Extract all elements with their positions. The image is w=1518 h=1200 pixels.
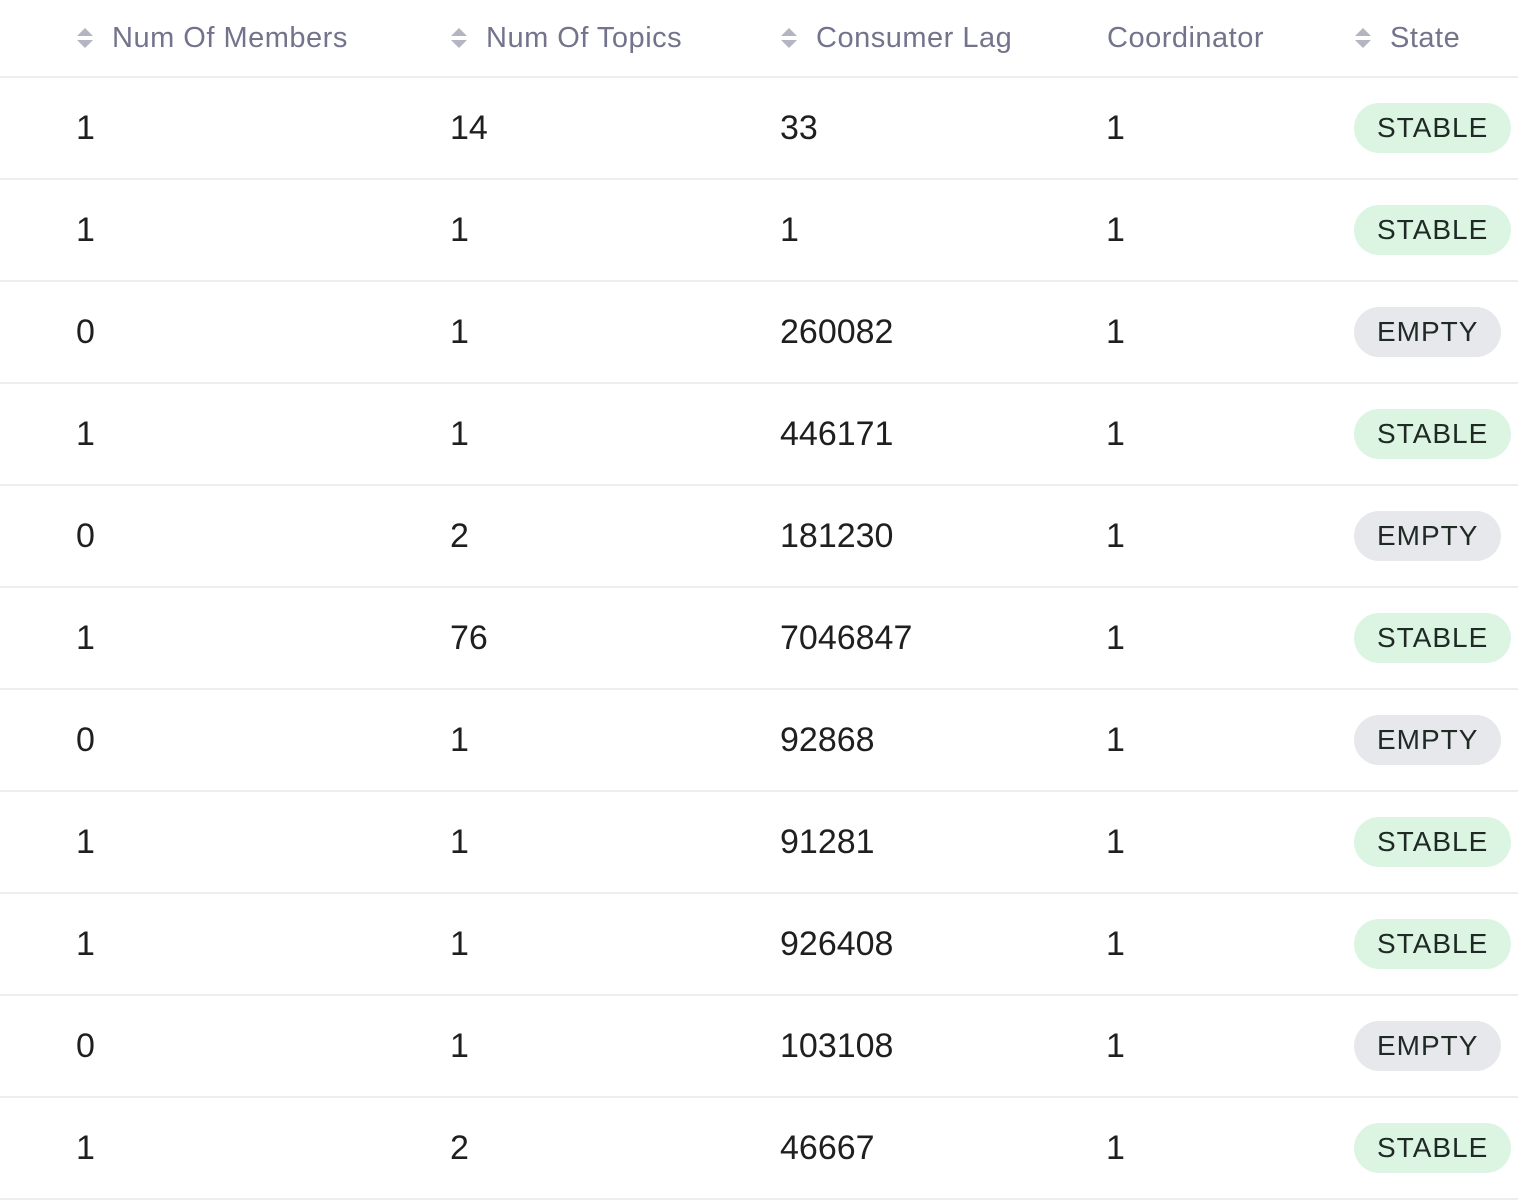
cell-members: 1 bbox=[76, 210, 95, 249]
column-header-consumer-lag[interactable]: Consumer Lag bbox=[780, 0, 1012, 76]
cell-coordinator: 1 bbox=[1106, 108, 1125, 147]
cell-state: EMPTY bbox=[1354, 996, 1502, 1096]
sort-icon[interactable] bbox=[450, 26, 468, 50]
status-badge: STABLE bbox=[1354, 1123, 1512, 1173]
column-header-coordinator: Coordinator bbox=[1107, 0, 1264, 76]
table-row[interactable]: 1 14 33 1 STABLE bbox=[0, 78, 1518, 180]
table-row[interactable]: 1 1 1 1 STABLE bbox=[0, 180, 1518, 282]
column-header-label: Coordinator bbox=[1107, 21, 1265, 54]
cell-state: STABLE bbox=[1354, 78, 1512, 178]
cell-topics: 1 bbox=[450, 1026, 469, 1065]
cell-consumer-lag: 33 bbox=[780, 108, 818, 147]
cell-state: EMPTY bbox=[1354, 282, 1502, 382]
cell-consumer-lag: 181230 bbox=[780, 516, 894, 555]
cell-coordinator: 1 bbox=[1106, 1026, 1125, 1065]
cell-coordinator: 1 bbox=[1106, 210, 1125, 249]
cell-coordinator: 1 bbox=[1106, 618, 1125, 657]
column-header-members[interactable]: Num Of Members bbox=[76, 0, 348, 76]
cell-coordinator: 1 bbox=[1106, 516, 1125, 555]
status-badge: EMPTY bbox=[1354, 307, 1502, 357]
cell-topics: 14 bbox=[450, 108, 488, 147]
cell-state: STABLE bbox=[1354, 180, 1512, 280]
table-header: Num Of Members Num Of Topics Consumer La… bbox=[0, 0, 1518, 78]
cell-topics: 1 bbox=[450, 822, 469, 861]
sort-icon[interactable] bbox=[76, 26, 94, 50]
table-row[interactable]: 0 1 103108 1 EMPTY bbox=[0, 996, 1518, 1098]
cell-consumer-lag: 91281 bbox=[780, 822, 875, 861]
consumer-groups-table: Num Of Members Num Of Topics Consumer La… bbox=[0, 0, 1518, 1200]
cell-state: EMPTY bbox=[1354, 690, 1502, 790]
cell-coordinator: 1 bbox=[1106, 312, 1125, 351]
cell-state: STABLE bbox=[1354, 1098, 1512, 1198]
cell-consumer-lag: 46667 bbox=[780, 1128, 875, 1167]
sort-icon[interactable] bbox=[780, 26, 798, 50]
cell-state: STABLE bbox=[1354, 588, 1512, 688]
sort-icon[interactable] bbox=[1354, 26, 1372, 50]
table-row[interactable]: 0 2 181230 1 EMPTY bbox=[0, 486, 1518, 588]
cell-coordinator: 1 bbox=[1106, 1128, 1125, 1167]
table-row[interactable]: 1 1 926408 1 STABLE bbox=[0, 894, 1518, 996]
column-header-label: Num Of Members bbox=[112, 21, 348, 54]
table-row[interactable]: 1 1 446171 1 STABLE bbox=[0, 384, 1518, 486]
cell-coordinator: 1 bbox=[1106, 720, 1125, 759]
cell-topics: 1 bbox=[450, 720, 469, 759]
cell-consumer-lag: 1 bbox=[780, 210, 799, 249]
cell-topics: 1 bbox=[450, 312, 469, 351]
cell-consumer-lag: 260082 bbox=[780, 312, 894, 351]
cell-members: 1 bbox=[76, 108, 95, 147]
cell-consumer-lag: 92868 bbox=[780, 720, 875, 759]
cell-state: STABLE bbox=[1354, 792, 1512, 892]
cell-members: 1 bbox=[76, 822, 95, 861]
table-row[interactable]: 1 76 7046847 1 STABLE bbox=[0, 588, 1518, 690]
column-header-topics[interactable]: Num Of Topics bbox=[450, 0, 682, 76]
cell-coordinator: 1 bbox=[1106, 414, 1125, 453]
cell-consumer-lag: 446171 bbox=[780, 414, 894, 453]
status-badge: STABLE bbox=[1354, 613, 1512, 663]
status-badge: EMPTY bbox=[1354, 511, 1502, 561]
table-row[interactable]: 1 1 91281 1 STABLE bbox=[0, 792, 1518, 894]
cell-consumer-lag: 103108 bbox=[780, 1026, 894, 1065]
status-badge: STABLE bbox=[1354, 919, 1512, 969]
cell-topics: 2 bbox=[450, 1128, 469, 1167]
cell-consumer-lag: 7046847 bbox=[780, 618, 913, 657]
cell-members: 0 bbox=[76, 1026, 95, 1065]
cell-members: 1 bbox=[76, 414, 95, 453]
cell-topics: 2 bbox=[450, 516, 469, 555]
status-badge: EMPTY bbox=[1354, 715, 1502, 765]
cell-state: STABLE bbox=[1354, 384, 1512, 484]
table-body: 1 14 33 1 STABLE 1 1 1 1 STABLE 0 1 260082 1 EMPTY 1 1 44… bbox=[0, 78, 1518, 1200]
column-header-label: Num Of Topics bbox=[486, 21, 683, 54]
cell-consumer-lag: 926408 bbox=[780, 924, 894, 963]
status-badge: EMPTY bbox=[1354, 1021, 1502, 1071]
cell-members: 0 bbox=[76, 312, 95, 351]
cell-topics: 1 bbox=[450, 210, 469, 249]
table-row[interactable]: 0 1 260082 1 EMPTY bbox=[0, 282, 1518, 384]
column-header-label: State bbox=[1390, 21, 1461, 54]
column-header-state[interactable]: State bbox=[1354, 0, 1460, 76]
status-badge: STABLE bbox=[1354, 817, 1512, 867]
status-badge: STABLE bbox=[1354, 205, 1512, 255]
cell-state: STABLE bbox=[1354, 894, 1512, 994]
cell-topics: 1 bbox=[450, 924, 469, 963]
cell-coordinator: 1 bbox=[1106, 822, 1125, 861]
cell-members: 0 bbox=[76, 720, 95, 759]
cell-members: 1 bbox=[76, 924, 95, 963]
cell-members: 0 bbox=[76, 516, 95, 555]
cell-topics: 76 bbox=[450, 618, 488, 657]
status-badge: STABLE bbox=[1354, 409, 1512, 459]
cell-coordinator: 1 bbox=[1106, 924, 1125, 963]
status-badge: STABLE bbox=[1354, 103, 1512, 153]
cell-state: EMPTY bbox=[1354, 486, 1502, 586]
cell-topics: 1 bbox=[450, 414, 469, 453]
table-row[interactable]: 1 2 46667 1 STABLE bbox=[0, 1098, 1518, 1200]
cell-members: 1 bbox=[76, 618, 95, 657]
cell-members: 1 bbox=[76, 1128, 95, 1167]
table-row[interactable]: 0 1 92868 1 EMPTY bbox=[0, 690, 1518, 792]
column-header-label: Consumer Lag bbox=[816, 21, 1013, 54]
